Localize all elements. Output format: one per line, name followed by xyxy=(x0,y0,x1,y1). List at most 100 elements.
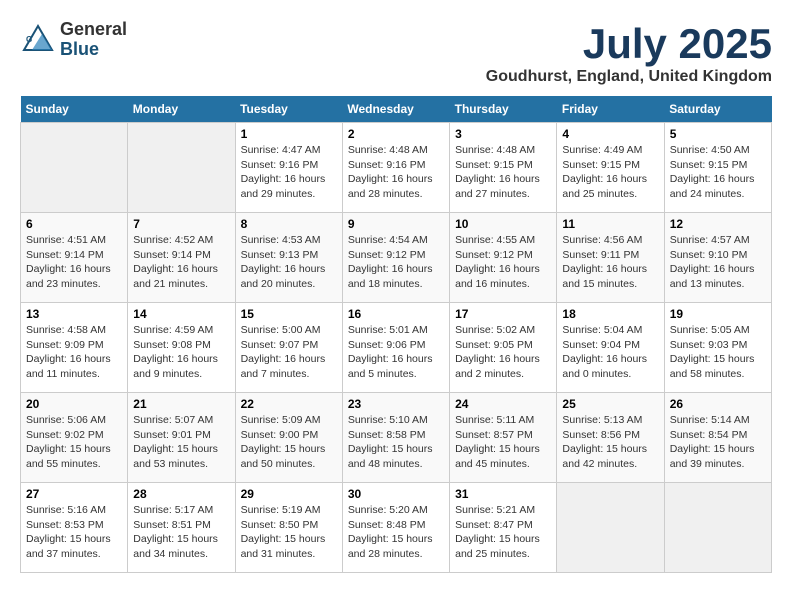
calendar-cell: 26Sunrise: 5:14 AM Sunset: 8:54 PM Dayli… xyxy=(664,393,771,483)
calendar-cell: 9 Sunrise: 4:54 AM Sunset: 9:12 PM Daylig… xyxy=(342,213,449,303)
calendar-cell: 31Sunrise: 5:21 AM Sunset: 8:47 PM Dayli… xyxy=(450,483,557,573)
day-info: Sunrise: 5:01 AM Sunset: 9:06 PM Dayligh… xyxy=(348,323,444,382)
day-info: Sunrise: 5:17 AM Sunset: 8:51 PM Dayligh… xyxy=(133,503,229,562)
day-number: 2 xyxy=(348,127,444,141)
day-info: Sunrise: 4:49 AM Sunset: 9:15 PM Dayligh… xyxy=(562,143,658,202)
day-number: 9 xyxy=(348,217,444,231)
calendar-cell: 14Sunrise: 4:59 AM Sunset: 9:08 PM Dayli… xyxy=(128,303,235,393)
calendar-header-sunday: Sunday xyxy=(21,96,128,123)
day-number: 16 xyxy=(348,307,444,321)
day-info: Sunrise: 5:16 AM Sunset: 8:53 PM Dayligh… xyxy=(26,503,122,562)
day-number: 27 xyxy=(26,487,122,501)
day-number: 11 xyxy=(562,217,658,231)
day-info: Sunrise: 4:50 AM Sunset: 9:15 PM Dayligh… xyxy=(670,143,766,202)
title-section: July 2025 Goudhurst, England, United Kin… xyxy=(486,20,772,86)
calendar-table: SundayMondayTuesdayWednesdayThursdayFrid… xyxy=(20,96,772,573)
day-info: Sunrise: 5:11 AM Sunset: 8:57 PM Dayligh… xyxy=(455,413,551,472)
calendar-cell: 23 Sunrise: 5:10 AM Sunset: 8:58 PM Dayli… xyxy=(342,393,449,483)
day-number: 17 xyxy=(455,307,551,321)
calendar-cell: 18Sunrise: 5:04 AM Sunset: 9:04 PM Dayli… xyxy=(557,303,664,393)
day-number: 10 xyxy=(455,217,551,231)
logo: G General Blue xyxy=(20,20,127,60)
day-info: Sunrise: 5:19 AM Sunset: 8:50 PM Dayligh… xyxy=(241,503,337,562)
month-year-title: July 2025 xyxy=(486,20,772,68)
calendar-header-row: SundayMondayTuesdayWednesdayThursdayFrid… xyxy=(21,96,772,123)
calendar-header-wednesday: Wednesday xyxy=(342,96,449,123)
calendar-week-row: 1 Sunrise: 4:47 AM Sunset: 9:16 PM Daylig… xyxy=(21,123,772,213)
day-info: Sunrise: 4:54 AM Sunset: 9:12 PM Dayligh… xyxy=(348,233,444,292)
day-number: 19 xyxy=(670,307,766,321)
calendar-cell: 5Sunrise: 4:50 AM Sunset: 9:15 PM Daylig… xyxy=(664,123,771,213)
day-number: 31 xyxy=(455,487,551,501)
day-number: 13 xyxy=(26,307,122,321)
calendar-cell xyxy=(128,123,235,213)
day-number: 1 xyxy=(241,127,337,141)
day-info: Sunrise: 5:06 AM Sunset: 9:02 PM Dayligh… xyxy=(26,413,122,472)
calendar-cell: 24 Sunrise: 5:11 AM Sunset: 8:57 PM Dayli… xyxy=(450,393,557,483)
calendar-cell: 15Sunrise: 5:00 AM Sunset: 9:07 PM Dayli… xyxy=(235,303,342,393)
logo-general-label: General xyxy=(60,20,127,40)
calendar-cell: 16 Sunrise: 5:01 AM Sunset: 9:06 PM Dayli… xyxy=(342,303,449,393)
calendar-cell: 22Sunrise: 5:09 AM Sunset: 9:00 PM Dayli… xyxy=(235,393,342,483)
day-number: 28 xyxy=(133,487,229,501)
day-number: 25 xyxy=(562,397,658,411)
calendar-cell: 11 Sunrise: 4:56 AM Sunset: 9:11 PM Dayli… xyxy=(557,213,664,303)
calendar-cell: 29 Sunrise: 5:19 AM Sunset: 8:50 PM Dayli… xyxy=(235,483,342,573)
day-info: Sunrise: 5:00 AM Sunset: 9:07 PM Dayligh… xyxy=(241,323,337,382)
calendar-week-row: 6 Sunrise: 4:51 AM Sunset: 9:14 PM Daylig… xyxy=(21,213,772,303)
day-number: 30 xyxy=(348,487,444,501)
day-info: Sunrise: 5:14 AM Sunset: 8:54 PM Dayligh… xyxy=(670,413,766,472)
day-number: 7 xyxy=(133,217,229,231)
day-info: Sunrise: 4:57 AM Sunset: 9:10 PM Dayligh… xyxy=(670,233,766,292)
day-number: 23 xyxy=(348,397,444,411)
calendar-cell: 2 Sunrise: 4:48 AM Sunset: 9:16 PM Daylig… xyxy=(342,123,449,213)
location-label: Goudhurst, England, United Kingdom xyxy=(486,68,772,86)
day-number: 24 xyxy=(455,397,551,411)
day-info: Sunrise: 4:47 AM Sunset: 9:16 PM Dayligh… xyxy=(241,143,337,202)
calendar-cell: 28 Sunrise: 5:17 AM Sunset: 8:51 PM Dayli… xyxy=(128,483,235,573)
calendar-week-row: 13 Sunrise: 4:58 AM Sunset: 9:09 PM Dayli… xyxy=(21,303,772,393)
day-info: Sunrise: 4:52 AM Sunset: 9:14 PM Dayligh… xyxy=(133,233,229,292)
day-number: 29 xyxy=(241,487,337,501)
logo-icon: G xyxy=(20,22,56,58)
calendar-cell: 21Sunrise: 5:07 AM Sunset: 9:01 PM Dayli… xyxy=(128,393,235,483)
day-number: 6 xyxy=(26,217,122,231)
calendar-cell: 20 Sunrise: 5:06 AM Sunset: 9:02 PM Dayli… xyxy=(21,393,128,483)
calendar-cell: 25 Sunrise: 5:13 AM Sunset: 8:56 PM Dayli… xyxy=(557,393,664,483)
svg-text:G: G xyxy=(26,35,32,44)
day-info: Sunrise: 4:56 AM Sunset: 9:11 PM Dayligh… xyxy=(562,233,658,292)
day-info: Sunrise: 5:02 AM Sunset: 9:05 PM Dayligh… xyxy=(455,323,551,382)
calendar-cell: 6 Sunrise: 4:51 AM Sunset: 9:14 PM Daylig… xyxy=(21,213,128,303)
day-number: 18 xyxy=(562,307,658,321)
calendar-week-row: 20 Sunrise: 5:06 AM Sunset: 9:02 PM Dayli… xyxy=(21,393,772,483)
calendar-cell: 10Sunrise: 4:55 AM Sunset: 9:12 PM Dayli… xyxy=(450,213,557,303)
day-number: 3 xyxy=(455,127,551,141)
day-info: Sunrise: 4:48 AM Sunset: 9:15 PM Dayligh… xyxy=(455,143,551,202)
calendar-header-tuesday: Tuesday xyxy=(235,96,342,123)
day-info: Sunrise: 4:51 AM Sunset: 9:14 PM Dayligh… xyxy=(26,233,122,292)
day-info: Sunrise: 4:58 AM Sunset: 9:09 PM Dayligh… xyxy=(26,323,122,382)
day-info: Sunrise: 5:10 AM Sunset: 8:58 PM Dayligh… xyxy=(348,413,444,472)
day-number: 4 xyxy=(562,127,658,141)
day-info: Sunrise: 5:13 AM Sunset: 8:56 PM Dayligh… xyxy=(562,413,658,472)
day-info: Sunrise: 5:09 AM Sunset: 9:00 PM Dayligh… xyxy=(241,413,337,472)
calendar-cell: 8Sunrise: 4:53 AM Sunset: 9:13 PM Daylig… xyxy=(235,213,342,303)
day-number: 20 xyxy=(26,397,122,411)
day-number: 21 xyxy=(133,397,229,411)
day-info: Sunrise: 4:59 AM Sunset: 9:08 PM Dayligh… xyxy=(133,323,229,382)
page-header: G General Blue July 2025 Goudhurst, Engl… xyxy=(20,20,772,86)
calendar-header-thursday: Thursday xyxy=(450,96,557,123)
calendar-cell: 27 Sunrise: 5:16 AM Sunset: 8:53 PM Dayli… xyxy=(21,483,128,573)
day-info: Sunrise: 5:05 AM Sunset: 9:03 PM Dayligh… xyxy=(670,323,766,382)
calendar-header-saturday: Saturday xyxy=(664,96,771,123)
calendar-cell: 19 Sunrise: 5:05 AM Sunset: 9:03 PM Dayli… xyxy=(664,303,771,393)
day-info: Sunrise: 4:53 AM Sunset: 9:13 PM Dayligh… xyxy=(241,233,337,292)
calendar-cell: 3 Sunrise: 4:48 AM Sunset: 9:15 PM Daylig… xyxy=(450,123,557,213)
calendar-header-monday: Monday xyxy=(128,96,235,123)
logo-blue-label: Blue xyxy=(60,40,127,60)
day-info: Sunrise: 4:48 AM Sunset: 9:16 PM Dayligh… xyxy=(348,143,444,202)
day-info: Sunrise: 5:20 AM Sunset: 8:48 PM Dayligh… xyxy=(348,503,444,562)
calendar-cell: 1 Sunrise: 4:47 AM Sunset: 9:16 PM Daylig… xyxy=(235,123,342,213)
calendar-header-friday: Friday xyxy=(557,96,664,123)
calendar-cell: 4 Sunrise: 4:49 AM Sunset: 9:15 PM Daylig… xyxy=(557,123,664,213)
